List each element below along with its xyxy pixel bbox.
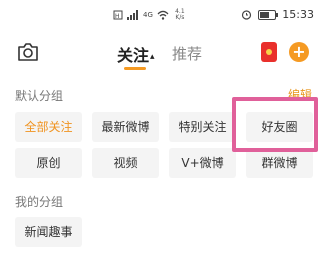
alarm-icon — [242, 10, 252, 20]
plus-icon: + — [292, 42, 306, 61]
sim-icon: H — [113, 10, 123, 20]
tab-follow[interactable]: 关注▴ — [117, 42, 155, 66]
camera-icon[interactable] — [17, 42, 39, 62]
chip-latest-weibo[interactable]: 最新微博 — [92, 112, 159, 142]
svg-text:H: H — [115, 13, 120, 20]
chip-group-weibo[interactable]: 群微博 — [246, 148, 313, 178]
tab-recommend[interactable]: 推荐 — [172, 43, 202, 64]
add-button[interactable]: + — [289, 42, 309, 62]
signal-icon — [127, 10, 138, 20]
battery-icon — [258, 9, 279, 20]
chip-vplus-weibo[interactable]: V+微博 — [169, 148, 236, 178]
chip-news-fun[interactable]: 新闻趣事 — [15, 217, 82, 247]
active-tab-indicator — [124, 67, 146, 70]
caret-up-icon: ▴ — [150, 51, 155, 62]
wifi-icon — [157, 10, 169, 20]
status-bar: H 4G 4.1 K/s 15:33 — [0, 0, 328, 32]
red-packet-icon[interactable] — [261, 42, 277, 62]
chip-original[interactable]: 原创 — [15, 148, 82, 178]
tab-follow-label: 关注 — [117, 46, 150, 65]
network-speed: 4.1 K/s — [175, 8, 185, 21]
chip-all-follow[interactable]: 全部关注 — [15, 112, 82, 142]
my-group-label: 我的分组 — [15, 195, 64, 209]
default-group-label: 默认分组 — [15, 89, 64, 103]
highlight-box — [232, 97, 318, 152]
network-type: 4G — [143, 11, 153, 19]
chip-special-follow[interactable]: 特别关注 — [169, 112, 236, 142]
top-header: 关注▴ 推荐 + — [0, 34, 328, 74]
chip-video[interactable]: 视频 — [92, 148, 159, 178]
clock: 15:33 — [282, 8, 314, 21]
